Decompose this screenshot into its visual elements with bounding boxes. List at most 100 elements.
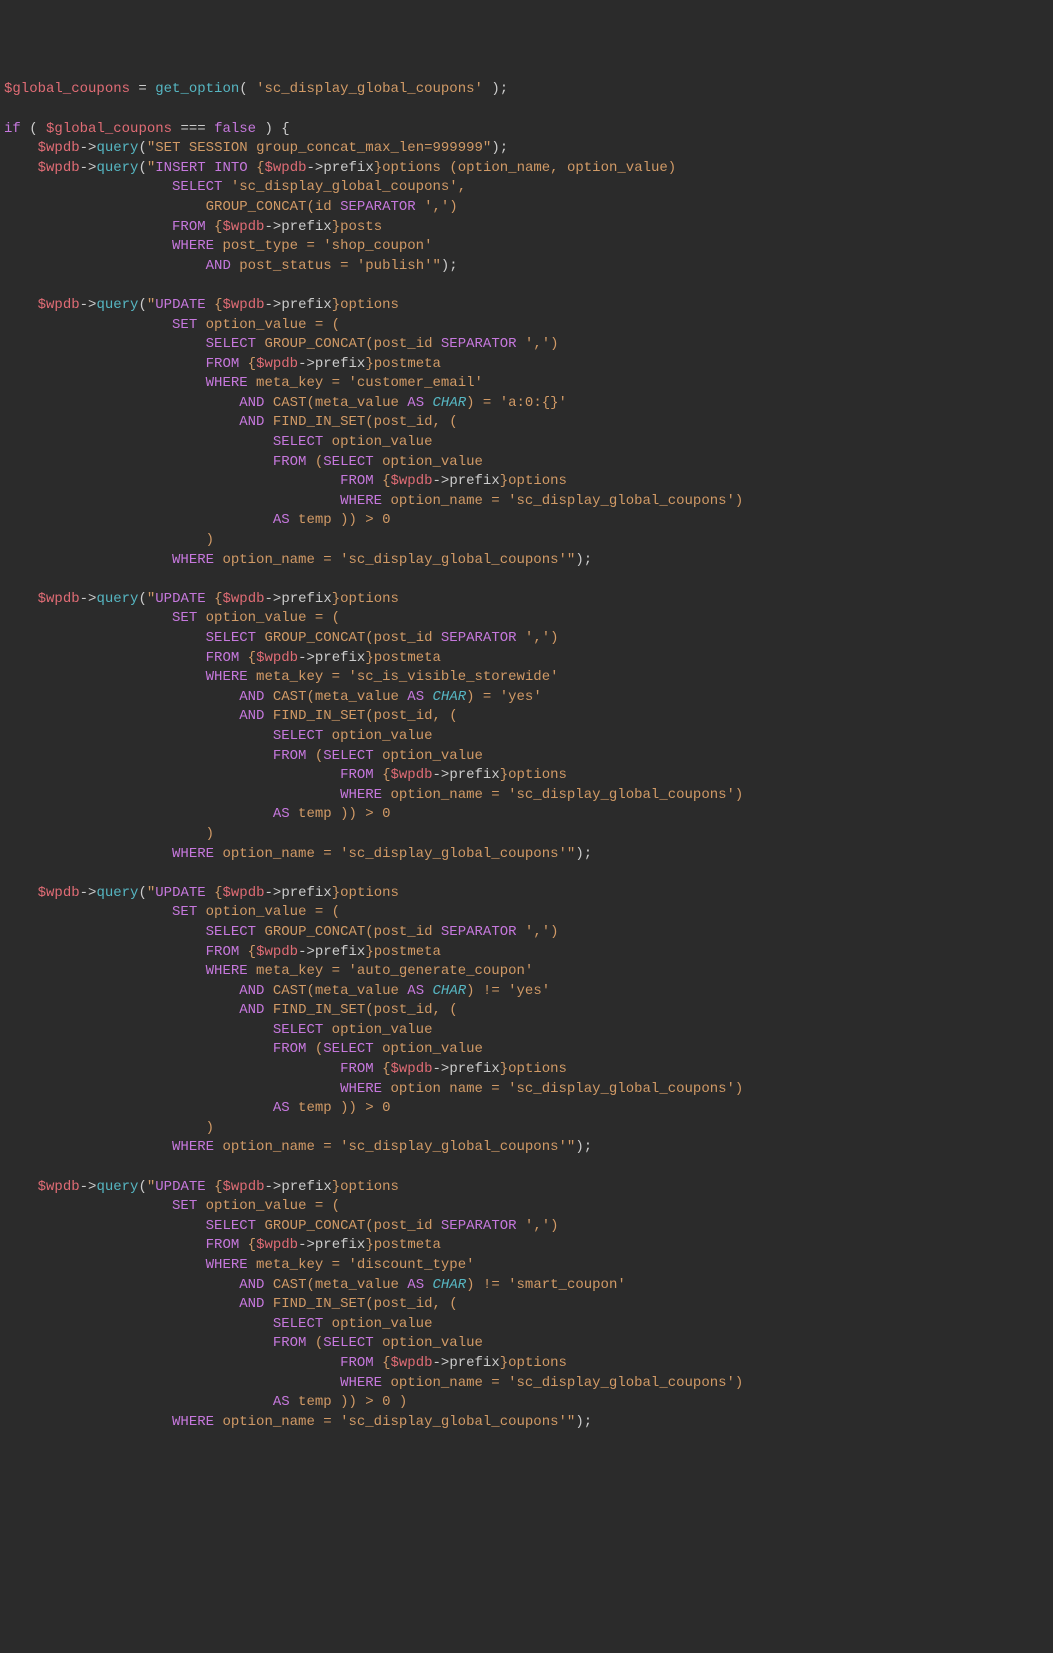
code-token (4, 610, 172, 626)
code-line[interactable]: SELECT option_value (4, 433, 1049, 453)
code-line[interactable]: AS temp )) > 0 ) (4, 1393, 1049, 1413)
code-line[interactable]: AND FIND_IN_SET(post_id, ( (4, 707, 1049, 727)
code-line[interactable]: AS temp )) > 0 (4, 511, 1049, 531)
code-token: FROM (340, 473, 374, 489)
code-line[interactable]: ) (4, 825, 1049, 845)
code-line[interactable]: FROM {$wpdb->prefix}options (4, 766, 1049, 786)
code-token: SELECT (172, 179, 222, 195)
code-line[interactable]: FROM {$wpdb->prefix}postmeta (4, 355, 1049, 375)
code-line[interactable] (4, 570, 1049, 590)
code-line[interactable]: SET option_value = ( (4, 609, 1049, 629)
code-line[interactable]: WHERE option_name = 'sc_display_global_c… (4, 1138, 1049, 1158)
code-line[interactable]: AS temp )) > 0 (4, 1099, 1049, 1119)
code-line[interactable]: WHERE meta_key = 'sc_is_visible_storewid… (4, 668, 1049, 688)
code-line[interactable]: ) (4, 531, 1049, 551)
code-line[interactable]: WHERE option_name = 'sc_display_global_c… (4, 1413, 1049, 1433)
code-token: CHAR (433, 395, 467, 411)
code-line[interactable]: WHERE option_name = 'sc_display_global_c… (4, 786, 1049, 806)
code-token: post_status = 'publish'" (231, 258, 441, 274)
code-line[interactable] (4, 864, 1049, 884)
code-line[interactable]: AND FIND_IN_SET(post_id, ( (4, 413, 1049, 433)
code-line[interactable]: $wpdb->query("UPDATE {$wpdb->prefix}opti… (4, 590, 1049, 610)
code-line[interactable]: AND FIND_IN_SET(post_id, ( (4, 1295, 1049, 1315)
code-line[interactable]: AND post_status = 'publish'"); (4, 257, 1049, 277)
code-line[interactable]: AND CAST(meta_value AS CHAR) = 'yes' (4, 688, 1049, 708)
code-line[interactable]: FROM {$wpdb->prefix}options (4, 1060, 1049, 1080)
code-line[interactable]: FROM (SELECT option_value (4, 453, 1049, 473)
code-line[interactable]: GROUP_CONCAT(id SEPARATOR ',') (4, 198, 1049, 218)
code-line[interactable]: FROM {$wpdb->prefix}options (4, 472, 1049, 492)
code-token (4, 219, 172, 235)
code-line[interactable]: FROM (SELECT option_value (4, 747, 1049, 767)
code-line[interactable]: SELECT option_value (4, 727, 1049, 747)
code-token: $wpdb (38, 140, 80, 156)
code-line[interactable] (4, 276, 1049, 296)
code-line[interactable]: WHERE option_name = 'sc_display_global_c… (4, 1374, 1049, 1394)
code-editor[interactable]: $global_coupons = get_option( 'sc_displa… (0, 78, 1053, 1434)
code-token: query (96, 140, 138, 156)
code-line[interactable]: if ( $global_coupons === false ) { (4, 120, 1049, 140)
code-line[interactable]: SET option_value = ( (4, 903, 1049, 923)
code-line[interactable]: SELECT GROUP_CONCAT(post_id SEPARATOR ',… (4, 335, 1049, 355)
code-token: " (147, 885, 155, 901)
code-token: $wpdb (390, 473, 432, 489)
code-line[interactable]: AND CAST(meta_value AS CHAR) != 'smart_c… (4, 1276, 1049, 1296)
code-token: }postmeta (365, 1237, 441, 1253)
code-token: AS (407, 983, 424, 999)
code-token: FROM (273, 1041, 307, 1057)
code-line[interactable]: WHERE meta_key = 'customer_email' (4, 374, 1049, 394)
code-line[interactable]: $wpdb->query("INSERT INTO {$wpdb->prefix… (4, 159, 1049, 179)
code-line[interactable]: $wpdb->query("UPDATE {$wpdb->prefix}opti… (4, 296, 1049, 316)
code-line[interactable]: WHERE meta_key = 'discount_type' (4, 1256, 1049, 1276)
code-line[interactable]: SELECT option_value (4, 1315, 1049, 1335)
code-line[interactable]: FROM (SELECT option_value (4, 1334, 1049, 1354)
code-token: prefix (323, 160, 373, 176)
code-token (4, 1081, 340, 1097)
code-line[interactable]: FROM {$wpdb->prefix}postmeta (4, 1236, 1049, 1256)
code-line[interactable]: FROM {$wpdb->prefix}postmeta (4, 943, 1049, 963)
code-line[interactable]: $wpdb->query("SET SESSION group_concat_m… (4, 139, 1049, 159)
code-line[interactable]: ) (4, 1119, 1049, 1139)
code-token: WHERE (206, 1257, 248, 1273)
code-token: -> (265, 885, 282, 901)
code-line[interactable]: WHERE post_type = 'shop_coupon' (4, 237, 1049, 257)
code-line[interactable]: AS temp )) > 0 (4, 805, 1049, 825)
code-token: temp )) > (290, 1100, 382, 1116)
code-line[interactable]: WHERE option_name = 'sc_display_global_c… (4, 845, 1049, 865)
code-line[interactable]: AND CAST(meta_value AS CHAR) != 'yes' (4, 982, 1049, 1002)
code-token: -> (433, 473, 450, 489)
code-line[interactable]: $wpdb->query("UPDATE {$wpdb->prefix}opti… (4, 884, 1049, 904)
code-line[interactable]: SELECT 'sc_display_global_coupons', (4, 178, 1049, 198)
code-line[interactable]: $wpdb->query("UPDATE {$wpdb->prefix}opti… (4, 1178, 1049, 1198)
code-line[interactable]: FROM {$wpdb->prefix}posts (4, 218, 1049, 238)
code-token: $wpdb (223, 1179, 265, 1195)
code-line[interactable]: SELECT GROUP_CONCAT(post_id SEPARATOR ',… (4, 923, 1049, 943)
code-line[interactable] (4, 1158, 1049, 1178)
code-line[interactable]: $global_coupons = get_option( 'sc_displa… (4, 80, 1049, 100)
code-token: $wpdb (390, 1061, 432, 1077)
code-line[interactable]: WHERE option_name = 'sc_display_global_c… (4, 551, 1049, 571)
code-line[interactable]: SET option_value = ( (4, 316, 1049, 336)
code-line[interactable] (4, 100, 1049, 120)
code-token (4, 1414, 172, 1430)
code-token: SELECT (206, 924, 256, 940)
code-line[interactable]: FROM {$wpdb->prefix}postmeta (4, 649, 1049, 669)
code-token: ) != 'yes' (466, 983, 550, 999)
code-line[interactable]: AND FIND_IN_SET(post_id, ( (4, 1001, 1049, 1021)
code-token: SET (172, 610, 197, 626)
code-token: " (147, 297, 155, 313)
code-line[interactable]: SELECT GROUP_CONCAT(post_id SEPARATOR ',… (4, 629, 1049, 649)
code-token: prefix (449, 473, 499, 489)
code-line[interactable]: FROM {$wpdb->prefix}options (4, 1354, 1049, 1374)
code-token (4, 1375, 340, 1391)
code-token: AS (273, 806, 290, 822)
code-line[interactable]: AND CAST(meta_value AS CHAR) = 'a:0:{}' (4, 394, 1049, 414)
code-line[interactable]: SELECT GROUP_CONCAT(post_id SEPARATOR ',… (4, 1217, 1049, 1237)
code-line[interactable]: WHERE option_name = 'sc_display_global_c… (4, 492, 1049, 512)
code-token (4, 552, 172, 568)
code-line[interactable]: SELECT option_value (4, 1021, 1049, 1041)
code-line[interactable]: WHERE option name = 'sc_display_global_c… (4, 1080, 1049, 1100)
code-line[interactable]: SET option_value = ( (4, 1197, 1049, 1217)
code-line[interactable]: FROM (SELECT option_value (4, 1040, 1049, 1060)
code-line[interactable]: WHERE meta_key = 'auto_generate_coupon' (4, 962, 1049, 982)
